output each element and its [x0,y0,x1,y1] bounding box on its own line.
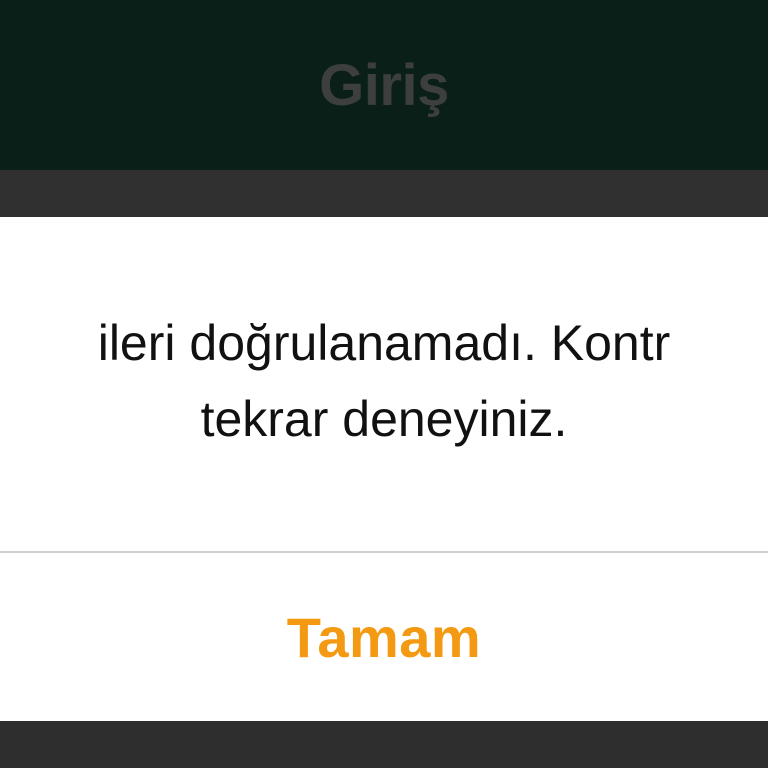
page-title: Giriş [319,52,449,118]
alert-message-line: tekrar deneyiniz. [200,391,568,447]
alert-message-line: ileri doğrulanamadı. Kontr [97,315,671,371]
ok-button-label: Tamam [286,605,482,669]
alert-dialog: ileri doğrulanamadı. Kontr tekrar deneyi… [0,217,768,721]
navigation-bar: Giriş [0,0,768,170]
login-screen: Giriş ileri doğrulanamadı. Kontr tekrar … [0,0,768,768]
alert-message: ileri doğrulanamadı. Kontr tekrar deneyi… [0,217,768,551]
dimmed-background [0,170,768,217]
ok-button[interactable]: Tamam [0,553,768,721]
dimmed-background [0,721,768,768]
